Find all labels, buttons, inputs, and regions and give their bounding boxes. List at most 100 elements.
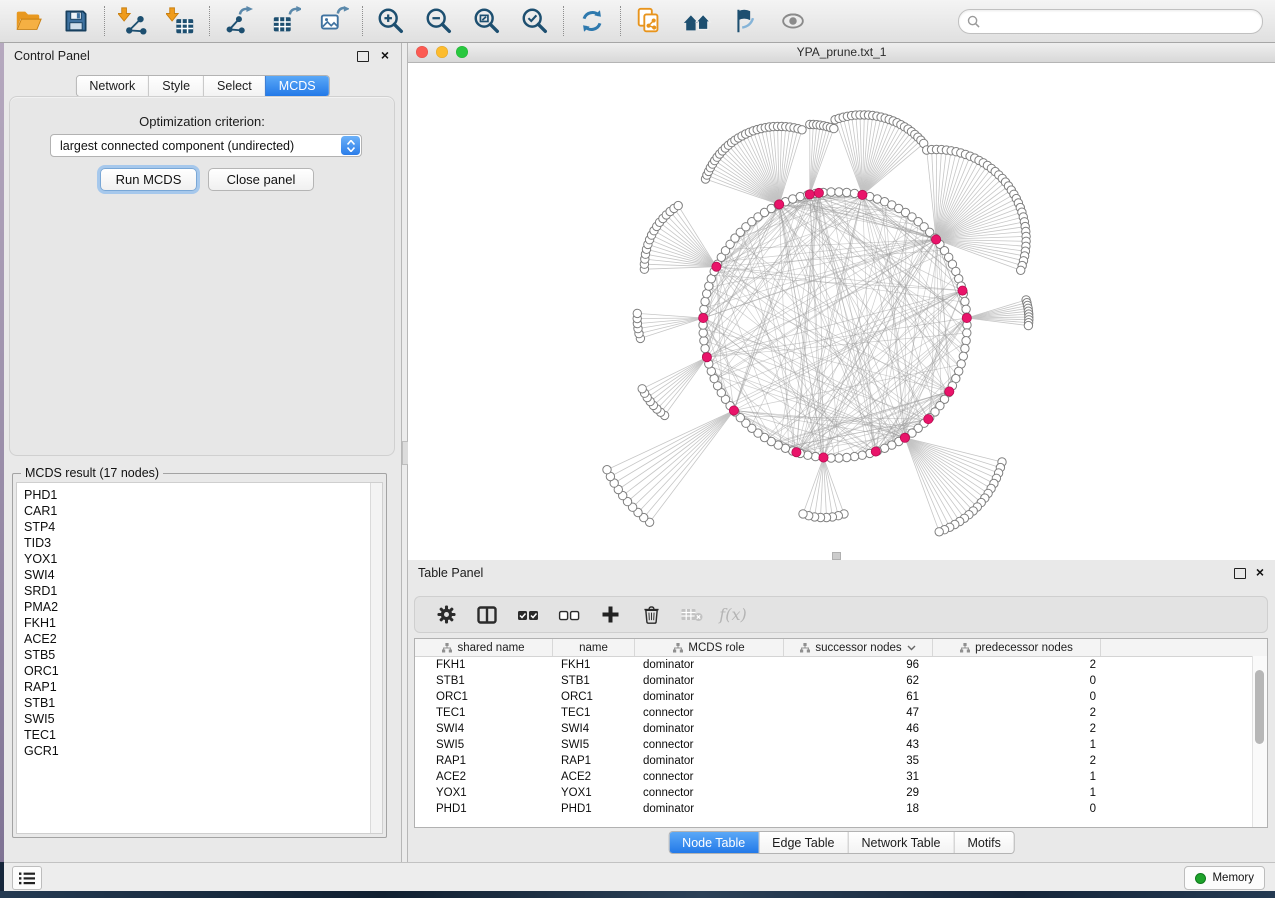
column-header-name[interactable]: name bbox=[553, 639, 635, 656]
table-panel-title: Table Panel bbox=[418, 566, 483, 580]
import-table-icon[interactable] bbox=[165, 5, 197, 37]
memory-status-icon bbox=[1195, 873, 1206, 884]
mcds-result-list[interactable]: PHD1CAR1STP4TID3YOX1SWI4SRD1PMA2FKH1ACE2… bbox=[16, 482, 383, 834]
mcds-result-item[interactable]: SWI4 bbox=[24, 567, 382, 583]
delete-column-trash-icon[interactable] bbox=[640, 604, 662, 626]
open-file-icon[interactable] bbox=[12, 5, 44, 37]
task-history-button[interactable] bbox=[12, 866, 42, 890]
cell-name: RAP1 bbox=[553, 753, 635, 769]
export-table-icon[interactable] bbox=[270, 5, 302, 37]
mcds-list-scrollbar[interactable] bbox=[370, 483, 382, 833]
mcds-result-item[interactable]: STP4 bbox=[24, 519, 382, 535]
memory-button[interactable]: Memory bbox=[1184, 866, 1265, 890]
close-panel-icon[interactable]: × bbox=[1256, 563, 1264, 581]
mcds-result-item[interactable]: PMA2 bbox=[24, 599, 382, 615]
tab-motifs[interactable]: Motifs bbox=[953, 832, 1013, 853]
close-panel-button[interactable]: Close panel bbox=[208, 168, 314, 191]
zoom-out-icon[interactable] bbox=[423, 5, 455, 37]
mcds-result-item[interactable]: ORC1 bbox=[24, 663, 382, 679]
splitter-corner-handle[interactable] bbox=[832, 552, 841, 560]
import-network-icon[interactable] bbox=[117, 5, 149, 37]
cell-shared-name: RAP1 bbox=[415, 753, 553, 769]
zoom-in-icon[interactable] bbox=[375, 5, 407, 37]
table-scrollbar-thumb[interactable] bbox=[1255, 670, 1264, 744]
table-row[interactable]: FKH1 FKH1 dominator 96 2 bbox=[415, 657, 1267, 673]
float-panel-icon[interactable] bbox=[1234, 568, 1246, 579]
tab-mcds[interactable]: MCDS bbox=[265, 76, 329, 96]
network-window-titlebar[interactable]: YPA_prune.txt_1 bbox=[408, 43, 1275, 63]
column-settings-gear-icon[interactable] bbox=[435, 604, 457, 626]
mcds-result-item[interactable]: FKH1 bbox=[24, 615, 382, 631]
first-neighbors-icon[interactable] bbox=[681, 5, 713, 37]
export-network-icon[interactable] bbox=[222, 5, 254, 37]
tab-node-table[interactable]: Node Table bbox=[669, 832, 758, 853]
dropdown-stepper-icon bbox=[341, 136, 360, 155]
cell-predecessor-nodes: 2 bbox=[933, 705, 1101, 721]
zoom-selected-icon[interactable] bbox=[519, 5, 551, 37]
mcds-result-item[interactable]: SWI5 bbox=[24, 711, 382, 727]
float-panel-icon[interactable] bbox=[357, 51, 369, 62]
table-row[interactable]: SWI4 SWI4 dominator 46 2 bbox=[415, 721, 1267, 737]
table-row[interactable]: STB1 STB1 dominator 62 0 bbox=[415, 673, 1267, 689]
tab-network-table[interactable]: Network Table bbox=[848, 832, 954, 853]
table-row[interactable]: TEC1 TEC1 connector 47 2 bbox=[415, 705, 1267, 721]
panel-splitter[interactable] bbox=[401, 43, 408, 862]
show-columns-icon[interactable] bbox=[476, 604, 498, 626]
add-column-icon[interactable] bbox=[599, 604, 621, 626]
tab-select[interactable]: Select bbox=[203, 76, 265, 96]
search-input[interactable] bbox=[985, 13, 1254, 29]
close-panel-icon[interactable]: × bbox=[381, 46, 389, 64]
export-image-icon[interactable] bbox=[318, 5, 350, 37]
search-field[interactable] bbox=[958, 9, 1263, 34]
run-mcds-button[interactable]: Run MCDS bbox=[100, 168, 197, 191]
control-panel-title: Control Panel bbox=[14, 49, 90, 63]
column-header-shared-name[interactable]: shared name bbox=[415, 639, 553, 656]
table-toolbar: f(x) bbox=[414, 596, 1268, 633]
mcds-result-item[interactable]: TID3 bbox=[24, 535, 382, 551]
mcds-result-item[interactable]: YOX1 bbox=[24, 551, 382, 567]
table-row[interactable]: SWI5 SWI5 connector 43 1 bbox=[415, 737, 1267, 753]
table-row[interactable]: YOX1 YOX1 connector 29 1 bbox=[415, 785, 1267, 801]
criterion-dropdown[interactable]: largest connected component (undirected) bbox=[50, 134, 362, 157]
cell-mcds-role: connector bbox=[635, 785, 784, 801]
mcds-result-item[interactable]: GCR1 bbox=[24, 743, 382, 759]
tab-style[interactable]: Style bbox=[148, 76, 203, 96]
save-session-icon[interactable] bbox=[60, 5, 92, 37]
apply-layout-refresh-icon[interactable] bbox=[576, 5, 608, 37]
hide-selected-icon[interactable] bbox=[729, 5, 761, 37]
column-header-predecessor-nodes[interactable]: predecessor nodes bbox=[933, 639, 1101, 656]
unselect-all-icon[interactable] bbox=[558, 604, 580, 626]
mcds-result-item[interactable]: CAR1 bbox=[24, 503, 382, 519]
task-list-icon bbox=[19, 872, 35, 885]
tab-edge-table[interactable]: Edge Table bbox=[758, 832, 847, 853]
table-row[interactable]: RAP1 RAP1 dominator 35 2 bbox=[415, 753, 1267, 769]
network-canvas[interactable] bbox=[408, 63, 1275, 560]
mcds-result-item[interactable]: RAP1 bbox=[24, 679, 382, 695]
cell-shared-name: ACE2 bbox=[415, 769, 553, 785]
column-header-mcds-role[interactable]: MCDS role bbox=[635, 639, 784, 656]
mcds-result-item[interactable]: STB1 bbox=[24, 695, 382, 711]
select-all-icon[interactable] bbox=[517, 604, 539, 626]
zoom-fit-icon[interactable] bbox=[471, 5, 503, 37]
sort-descending-chevron-icon bbox=[907, 645, 916, 651]
cell-predecessor-nodes: 1 bbox=[933, 785, 1101, 801]
tab-network[interactable]: Network bbox=[76, 76, 148, 96]
mcds-result-item[interactable]: ACE2 bbox=[24, 631, 382, 647]
mcds-result-item[interactable]: TEC1 bbox=[24, 727, 382, 743]
mcds-result-item[interactable]: STB5 bbox=[24, 647, 382, 663]
cell-name: STB1 bbox=[553, 673, 635, 689]
column-label: shared name bbox=[457, 642, 524, 654]
cell-predecessor-nodes: 2 bbox=[933, 721, 1101, 737]
table-row[interactable]: PHD1 PHD1 dominator 18 0 bbox=[415, 801, 1267, 817]
clone-network-icon[interactable] bbox=[633, 5, 665, 37]
column-header-successor-nodes[interactable]: successor nodes bbox=[784, 639, 933, 656]
table-scrollbar[interactable] bbox=[1252, 656, 1267, 827]
cell-successor-nodes: 46 bbox=[784, 721, 933, 737]
table-row[interactable]: ACE2 ACE2 connector 31 1 bbox=[415, 769, 1267, 785]
desktop-wallpaper-bottom bbox=[0, 891, 1275, 898]
cell-successor-nodes: 31 bbox=[784, 769, 933, 785]
mcds-result-item[interactable]: PHD1 bbox=[24, 487, 382, 503]
mcds-result-item[interactable]: SRD1 bbox=[24, 583, 382, 599]
show-all-eye-icon[interactable] bbox=[777, 5, 809, 37]
table-row[interactable]: ORC1 ORC1 dominator 61 0 bbox=[415, 689, 1267, 705]
